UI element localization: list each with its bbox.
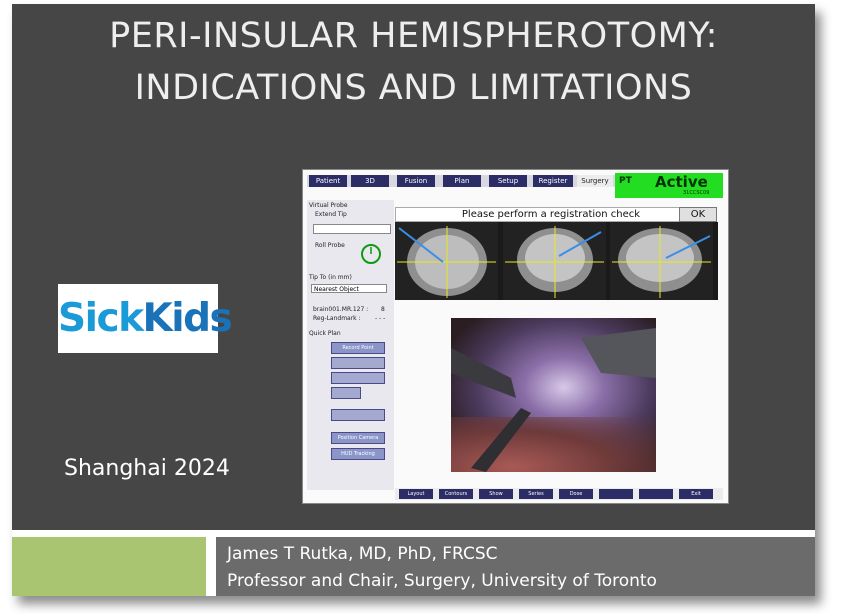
title-line-1: PERI-INSULAR HEMISPHEROTOMY: [109,16,718,56]
contours-button: Contours [439,489,473,499]
quick-plan-button-3 [331,372,385,384]
virtual-probe-label: Virtual Probe [309,202,348,209]
mri-sagittal-view [610,222,713,300]
layout-button: Layout [399,489,433,499]
quick-plan-label: Quick Plan [309,330,341,337]
status-badge: PT Active 31CCSC09 [615,173,723,198]
status-prefix: PT [619,176,632,186]
roll-probe-label: Roll Probe [315,242,345,249]
brain-series-value: 8 [381,306,385,313]
title-line-2: INDICATIONS AND LIMITATIONS [134,68,693,108]
brain-series-label: brain001.MR.127 : [313,306,369,313]
mri-views [395,222,718,300]
mri-axial-view [395,222,498,300]
position-camera-button: Position Camera [331,432,385,444]
reg-landmark-label: Reg-Landmark : [313,315,361,322]
status-text: Active [655,173,708,191]
quick-plan-button-4 [331,387,361,399]
quick-plan-button-2 [331,357,385,369]
dose-button: Dose [559,489,593,499]
tab-register: Register [533,175,573,187]
logo-text: SickKids [58,296,233,341]
author-block: James T Rutka, MD, PhD, FRCSC Professor … [227,541,657,595]
toolbar-button-7 [639,489,673,499]
tab-setup: Setup [489,175,527,187]
status-code: 31CCSC09 [683,190,710,196]
extend-tip-label: Extend Tip [315,211,347,218]
footer-accent [12,537,206,596]
quick-plan-button-5 [331,409,385,421]
tab-fusion: Fusion [397,175,435,187]
toolbar-button-6 [599,489,633,499]
navigation-screenshot: Patient 3D Fusion Plan Setup Register Su… [302,169,729,504]
slide: PERI-INSULAR HEMISPHEROTOMY: INDICATIONS… [12,4,815,596]
author-name: James T Rutka, MD, PhD, FRCSC [227,544,498,564]
tab-plan: Plan [443,175,481,187]
tab-patient: Patient [309,175,347,187]
registration-message: Please perform a registration check [395,207,707,222]
author-title: Professor and Chair, Surgery, University… [227,571,657,591]
probe-slider [313,224,391,234]
reg-landmark-value: - - - [375,315,386,322]
ok-button: OK [679,207,717,222]
sickkids-logo: SickKids [58,284,233,353]
mri-coronal-view [503,222,606,300]
series-button: Series [519,489,553,499]
tip-to-select: Nearest Object [311,284,387,293]
roll-dial-icon [361,244,381,264]
tab-surgery: Surgery [577,175,613,187]
surgical-video-frame [451,318,656,472]
instrument-shapes [451,328,656,472]
show-button: Show [479,489,513,499]
location-year: Shanghai 2024 [64,456,230,481]
exit-button: Exit [679,489,713,499]
tab-3d: 3D [351,175,389,187]
bottom-toolbar: Layout Contours Show Series Dose Exit [395,488,723,500]
slide-title: PERI-INSULAR HEMISPHEROTOMY: INDICATIONS… [12,10,815,114]
hud-tracking-button: HUD Tracking [331,448,385,460]
slide-background: PERI-INSULAR HEMISPHEROTOMY: INDICATIONS… [12,4,815,530]
left-panel: Virtual Probe Extend Tip Roll Probe Tip … [307,200,394,490]
tip-to-label: Tip To (in mm) [309,274,352,281]
record-point-button: Record Point [331,342,385,354]
